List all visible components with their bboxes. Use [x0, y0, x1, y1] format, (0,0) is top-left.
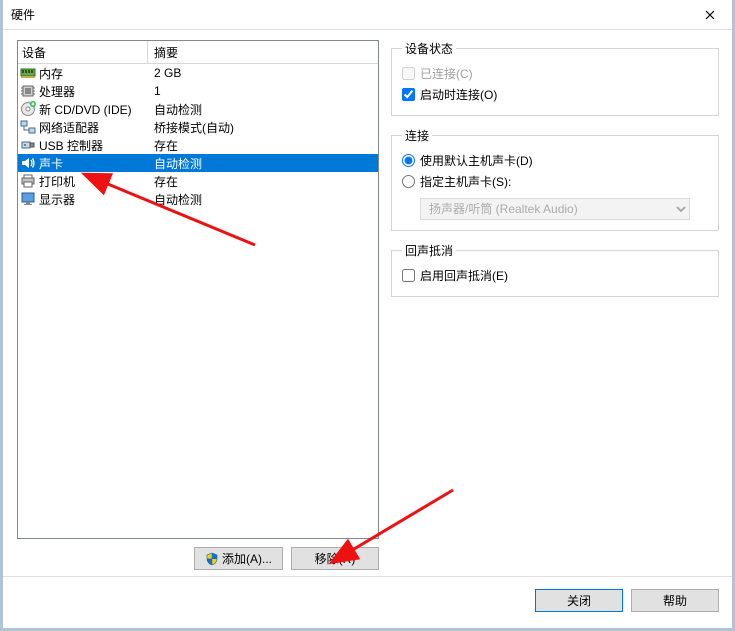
usb-icon — [20, 137, 36, 153]
device-summary: 存在 — [148, 173, 378, 190]
connected-checkbox — [402, 67, 415, 80]
specify-soundcard-label[interactable]: 指定主机声卡(S): — [420, 173, 511, 190]
table-row[interactable]: 显示器 自动检测 — [18, 190, 378, 208]
device-name: 显示器 — [39, 191, 75, 208]
echo-enable-row: 启用回声抵消(E) — [402, 265, 708, 286]
table-row[interactable]: 打印机 存在 — [18, 172, 378, 190]
device-buttons: 添加(A)... 移除(R) — [17, 539, 379, 570]
autoconnect-checkbox[interactable] — [402, 88, 415, 101]
display-icon — [20, 191, 36, 207]
close-button[interactable]: 关闭 — [535, 589, 623, 612]
header-device[interactable]: 设备 — [18, 41, 148, 63]
window-title: 硬件 — [11, 6, 35, 23]
connected-row: 已连接(C) — [402, 63, 708, 84]
network-icon — [20, 119, 36, 135]
shield-icon — [205, 552, 219, 566]
echo-cancel-legend: 回声抵消 — [402, 242, 456, 259]
device-name: 内存 — [39, 65, 63, 82]
connection-legend: 连接 — [402, 127, 432, 144]
device-list-header: 设备 摘要 — [18, 41, 378, 64]
add-button[interactable]: 添加(A)... — [194, 547, 283, 570]
close-icon[interactable] — [687, 0, 732, 30]
device-summary: 存在 — [148, 137, 378, 154]
help-button[interactable]: 帮助 — [631, 589, 719, 612]
printer-icon — [20, 173, 36, 189]
device-status-legend: 设备状态 — [402, 40, 456, 57]
default-soundcard-label[interactable]: 使用默认主机声卡(D) — [420, 152, 533, 169]
table-row[interactable]: 新 CD/DVD (IDE) 自动检测 — [18, 100, 378, 118]
hardware-pane: 设备 摘要 内存2 GB处理器1新 CD/DVD (IDE)自动检测网络适配器桥… — [17, 40, 379, 570]
table-row[interactable]: 处理器 1 — [18, 82, 378, 100]
device-summary: 自动检测 — [148, 191, 378, 208]
table-row[interactable]: 内存 2 GB — [18, 64, 378, 82]
device-list[interactable]: 设备 摘要 内存2 GB处理器1新 CD/DVD (IDE)自动检测网络适配器桥… — [17, 40, 379, 539]
device-name: 处理器 — [39, 83, 75, 100]
cpu-icon — [20, 83, 36, 99]
table-row[interactable]: 网络适配器 桥接模式(自动) — [18, 118, 378, 136]
table-row[interactable]: 声卡 自动检测 — [18, 154, 378, 172]
device-status-group: 设备状态 已连接(C) 启动时连接(O) — [391, 40, 719, 116]
device-name: 打印机 — [39, 173, 75, 190]
default-soundcard-radio[interactable] — [402, 154, 415, 167]
device-summary: 桥接模式(自动) — [148, 119, 378, 136]
echo-cancel-group: 回声抵消 启用回声抵消(E) — [391, 242, 719, 297]
device-name: 声卡 — [39, 155, 63, 172]
specify-soundcard-radio[interactable] — [402, 175, 415, 188]
remove-button[interactable]: 移除(R) — [291, 547, 379, 570]
sound-icon — [20, 155, 36, 171]
cd-icon — [20, 101, 36, 117]
table-row[interactable]: USB 控制器 存在 — [18, 136, 378, 154]
header-summary[interactable]: 摘要 — [148, 41, 378, 63]
content-area: 设备 摘要 内存2 GB处理器1新 CD/DVD (IDE)自动检测网络适配器桥… — [3, 30, 732, 576]
device-summary: 自动检测 — [148, 101, 378, 118]
default-soundcard-row: 使用默认主机声卡(D) — [402, 150, 708, 171]
autoconnect-label[interactable]: 启动时连接(O) — [420, 86, 497, 103]
device-summary: 1 — [148, 84, 378, 98]
device-name: 网络适配器 — [39, 119, 99, 136]
connected-label: 已连接(C) — [420, 65, 473, 82]
memory-icon — [20, 65, 36, 81]
echo-enable-label[interactable]: 启用回声抵消(E) — [420, 267, 508, 284]
device-summary: 2 GB — [148, 66, 378, 80]
specify-soundcard-row: 指定主机声卡(S): — [402, 171, 708, 192]
device-name: USB 控制器 — [39, 137, 103, 154]
settings-pane: 设备状态 已连接(C) 启动时连接(O) 连接 使用默认主机声卡(D) 指定主机… — [379, 40, 719, 570]
titlebar: 硬件 — [3, 0, 732, 30]
device-summary: 自动检测 — [148, 155, 378, 172]
soundcard-select: 扬声器/听筒 (Realtek Audio) — [420, 198, 690, 220]
dialog-buttons: 关闭 帮助 — [3, 576, 732, 628]
device-name: 新 CD/DVD (IDE) — [39, 101, 132, 118]
echo-enable-checkbox[interactable] — [402, 269, 415, 282]
autoconnect-row: 启动时连接(O) — [402, 84, 708, 105]
connection-group: 连接 使用默认主机声卡(D) 指定主机声卡(S): 扬声器/听筒 (Realte… — [391, 127, 719, 231]
